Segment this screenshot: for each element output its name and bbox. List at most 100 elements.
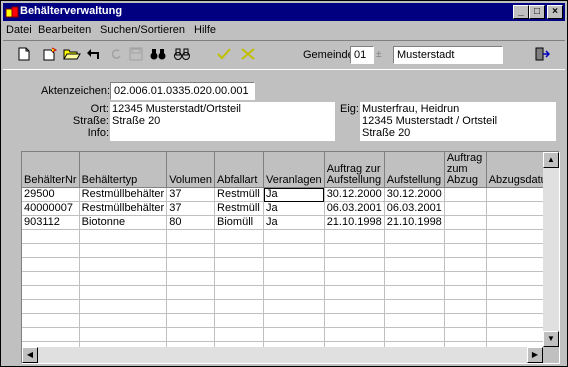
table-cell[interactable] xyxy=(79,285,168,300)
table-cell[interactable] xyxy=(444,327,487,342)
scroll-right-icon[interactable]: ▶ xyxy=(527,347,543,363)
table-cell[interactable] xyxy=(166,285,216,300)
close-button[interactable]: × xyxy=(547,5,563,19)
binoculars-next-icon[interactable] xyxy=(171,45,193,67)
table-cell[interactable] xyxy=(444,299,487,314)
table-cell[interactable] xyxy=(263,327,325,342)
table-row[interactable]: 40000007 Restmüllbehälter 37 Restmüll Ja 06.0… xyxy=(22,201,559,216)
table-cell[interactable] xyxy=(79,313,168,328)
table-row[interactable]: 903112 Biotonne 80 Biomüll Ja 21.10.1998 21.10… xyxy=(22,215,559,230)
table-cell[interactable] xyxy=(263,243,325,258)
new-document-icon[interactable] xyxy=(13,45,35,67)
table-cell[interactable]: 30.12.2000 xyxy=(324,187,385,202)
table-cell[interactable] xyxy=(79,327,168,342)
table-cell[interactable] xyxy=(263,285,325,300)
empty-table-row[interactable] xyxy=(22,257,559,272)
table-cell[interactable] xyxy=(444,257,487,272)
table-cell[interactable] xyxy=(444,313,487,328)
table-cell[interactable] xyxy=(384,229,445,244)
table-cell[interactable]: 80 xyxy=(166,215,216,230)
empty-table-row[interactable] xyxy=(22,271,559,286)
scroll-left-icon[interactable]: ◀ xyxy=(22,347,38,363)
table-cell[interactable] xyxy=(444,271,487,286)
table-cell[interactable]: 06.03.2001 xyxy=(384,201,445,216)
gemeinde-code-field[interactable]: 01 xyxy=(350,46,374,64)
new-record-icon[interactable] xyxy=(39,45,61,67)
table-cell[interactable] xyxy=(214,327,265,342)
table-cell[interactable] xyxy=(22,257,80,272)
empty-table-row[interactable] xyxy=(22,229,559,244)
table-cell[interactable] xyxy=(22,313,80,328)
table-cell[interactable] xyxy=(384,257,445,272)
binoculars-icon[interactable] xyxy=(147,45,169,67)
table-cell[interactable] xyxy=(324,229,385,244)
empty-table-row[interactable] xyxy=(22,285,559,300)
table-cell[interactable] xyxy=(444,243,487,258)
table-cell[interactable] xyxy=(324,271,385,286)
maximize-button[interactable]: □ xyxy=(529,5,545,19)
table-cell[interactable] xyxy=(166,243,216,258)
column-header[interactable]: Behältertyp xyxy=(79,152,168,188)
table-cell[interactable] xyxy=(22,299,80,314)
table-cell[interactable] xyxy=(263,271,325,286)
menu-bearbeiten[interactable]: Bearbeiten xyxy=(38,24,91,36)
undo-arrow-icon[interactable] xyxy=(83,45,105,67)
table-cell[interactable] xyxy=(22,229,80,244)
column-header[interactable]: Auftrag zum Abzug xyxy=(444,152,487,188)
table-cell[interactable]: Ja xyxy=(263,215,325,230)
table-cell[interactable] xyxy=(384,271,445,286)
table-cell[interactable]: Restmüllbehälter xyxy=(79,187,168,202)
gemeinde-name-field[interactable]: Musterstadt xyxy=(393,46,503,64)
gemeinde-spin-icon[interactable]: ± xyxy=(376,49,382,60)
menu-hilfe[interactable]: Hilfe xyxy=(194,24,216,36)
table-cell[interactable]: 29500 xyxy=(22,187,80,202)
exit-door-icon[interactable] xyxy=(531,45,553,67)
table-cell[interactable]: Biomüll xyxy=(214,215,265,230)
column-header[interactable]: Volumen xyxy=(166,152,216,188)
table-cell[interactable] xyxy=(384,313,445,328)
open-folder-icon[interactable] xyxy=(61,45,83,67)
table-cell[interactable] xyxy=(384,243,445,258)
aktenzeichen-field[interactable]: 02.006.01.0335.020.00.001 xyxy=(110,82,255,100)
table-cell[interactable] xyxy=(166,299,216,314)
table-cell[interactable] xyxy=(214,257,265,272)
table-cell[interactable] xyxy=(444,201,487,216)
save-icon-disabled[interactable] xyxy=(125,45,147,67)
table-cell[interactable] xyxy=(263,313,325,328)
table-cell[interactable] xyxy=(214,229,265,244)
column-header[interactable]: Abfallart xyxy=(214,152,265,188)
table-cell[interactable] xyxy=(166,229,216,244)
table-cell[interactable] xyxy=(263,257,325,272)
horizontal-scrollbar[interactable]: ◀ ▶ xyxy=(22,347,543,363)
empty-table-row[interactable] xyxy=(22,313,559,328)
table-cell[interactable] xyxy=(324,243,385,258)
table-cell[interactable] xyxy=(166,257,216,272)
table-cell[interactable] xyxy=(214,271,265,286)
table-cell[interactable] xyxy=(22,243,80,258)
empty-table-row[interactable] xyxy=(22,299,559,314)
table-cell[interactable] xyxy=(324,285,385,300)
confirm-check-icon[interactable] xyxy=(213,45,235,67)
table-cell[interactable]: Restmüll xyxy=(214,201,265,216)
table-cell[interactable]: Biotonne xyxy=(79,215,168,230)
table-cell[interactable]: 903112 xyxy=(22,215,80,230)
table-cell[interactable] xyxy=(22,285,80,300)
table-cell[interactable] xyxy=(22,327,80,342)
table-cell[interactable] xyxy=(79,243,168,258)
table-cell[interactable] xyxy=(444,285,487,300)
table-cell[interactable] xyxy=(324,299,385,314)
table-cell[interactable] xyxy=(324,313,385,328)
scroll-down-icon[interactable]: ▼ xyxy=(543,331,559,347)
empty-table-row[interactable] xyxy=(22,327,559,342)
empty-table-row[interactable] xyxy=(22,243,559,258)
table-cell[interactable]: 37 xyxy=(166,187,216,202)
table-cell[interactable]: 30.12.2000 xyxy=(384,187,445,202)
table-cell[interactable] xyxy=(214,243,265,258)
table-cell[interactable]: 21.10.1998 xyxy=(384,215,445,230)
table-cell[interactable] xyxy=(263,229,325,244)
column-header[interactable]: BehälterNr xyxy=(22,152,80,188)
table-cell[interactable] xyxy=(22,271,80,286)
table-cell[interactable] xyxy=(324,257,385,272)
table-cell[interactable] xyxy=(214,299,265,314)
table-cell[interactable]: 40000007 xyxy=(22,201,80,216)
